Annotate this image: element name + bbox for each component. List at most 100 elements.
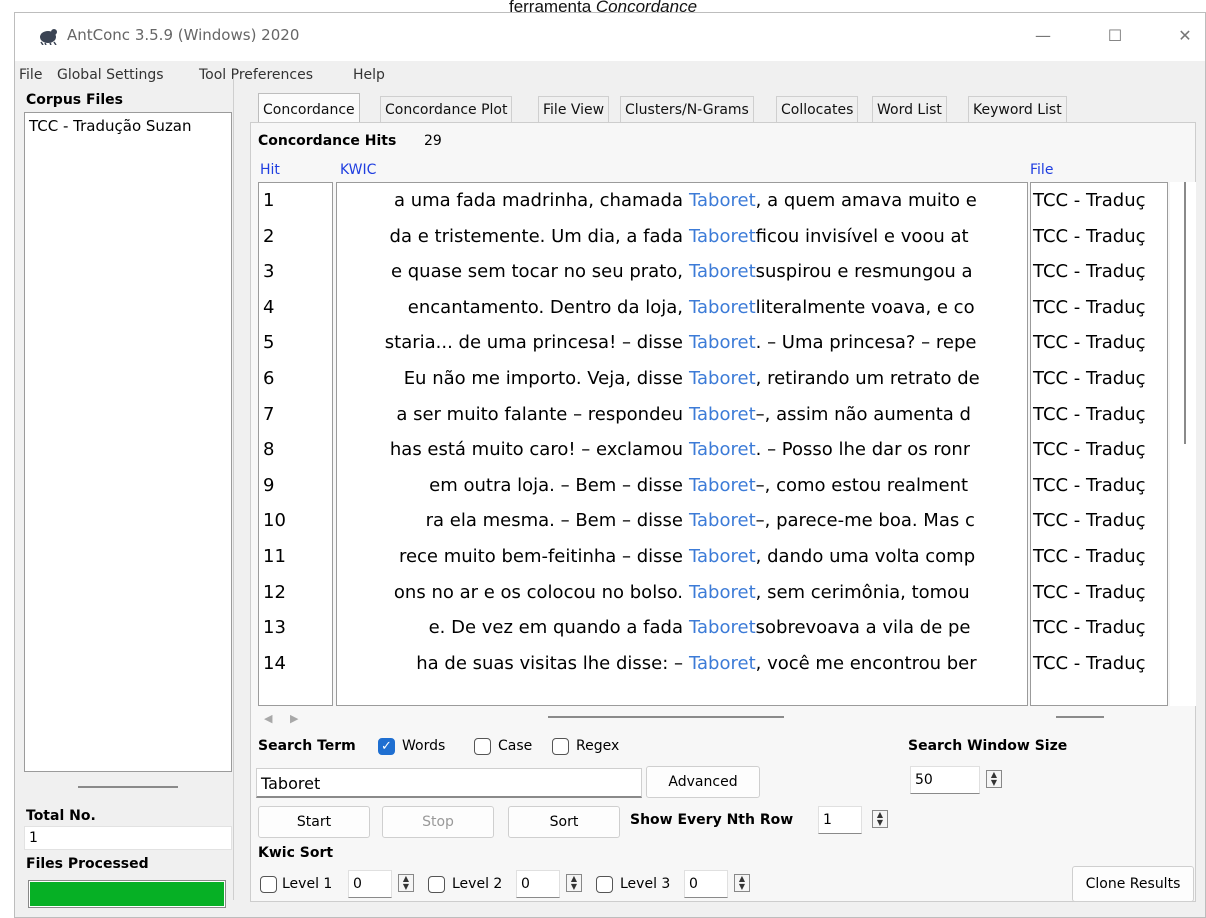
search-window-size-input[interactable]: 50 bbox=[910, 766, 980, 794]
kwic-keyword[interactable]: Taboret bbox=[683, 575, 756, 611]
stop-button[interactable]: Stop bbox=[382, 806, 494, 838]
kwic-line[interactable]: staria... de uma princesa! – disse Tabore… bbox=[337, 325, 1027, 361]
kwic-column[interactable]: a uma fada madrinha, chamada Taboret, a q… bbox=[336, 182, 1028, 706]
nth-row-spinner[interactable]: ▲ ▼ bbox=[872, 810, 888, 828]
kwic-line[interactable]: has está muito caro! – exclamou Taboret. … bbox=[337, 432, 1027, 468]
menu-help[interactable]: Help bbox=[353, 67, 385, 83]
search-window-size-spinner[interactable]: ▲ ▼ bbox=[986, 770, 1002, 788]
kwic-left-context: staria... de uma princesa! – disse bbox=[384, 332, 683, 354]
level-2-checkbox[interactable] bbox=[428, 876, 445, 893]
kwic-right-context: , você me encontrou ber bbox=[755, 652, 977, 674]
sort-button[interactable]: Sort bbox=[508, 806, 620, 838]
kwic-keyword[interactable]: Taboret bbox=[683, 646, 756, 682]
tab-collocates[interactable]: Collocates bbox=[776, 96, 859, 122]
kwic-line[interactable]: ha de suas visitas lhe disse: – Taboret, … bbox=[337, 646, 1027, 682]
maximize-button[interactable]: ☐ bbox=[1095, 21, 1135, 51]
kwic-left-context: a ser muito falante – respondeu bbox=[396, 403, 683, 425]
start-button[interactable]: Start bbox=[258, 806, 370, 838]
hit-number: 3 bbox=[263, 261, 275, 283]
column-header-file[interactable]: File bbox=[1030, 162, 1053, 178]
regex-label: Regex bbox=[576, 738, 620, 754]
kwic-keyword[interactable]: Taboret bbox=[683, 503, 756, 539]
file-name: TCC - Traduç bbox=[1033, 474, 1146, 496]
words-checkbox[interactable]: ✓ bbox=[378, 738, 395, 755]
kwic-keyword[interactable]: Taboret bbox=[683, 361, 756, 397]
level-2-input[interactable]: 0 bbox=[516, 870, 560, 898]
kwic-line[interactable]: ons no ar e os colocou no bolso. Taboret,… bbox=[337, 575, 1027, 611]
kwic-line[interactable]: rece muito bem-feitinha – disse Taboret, … bbox=[337, 539, 1027, 575]
tab-file-view[interactable]: File View bbox=[538, 96, 610, 122]
corpus-files-label: Corpus Files bbox=[26, 92, 123, 108]
tab-concordance[interactable]: Concordance bbox=[258, 93, 360, 122]
kwic-line[interactable]: em outra loja. – Bem – disse Taboret –, c… bbox=[337, 468, 1027, 504]
kwic-line[interactable]: encantamento. Dentro da loja, Taboret lit… bbox=[337, 290, 1027, 326]
menu-file[interactable]: File bbox=[19, 67, 42, 83]
files-processed-progress bbox=[28, 880, 226, 908]
kwic-line[interactable]: a uma fada madrinha, chamada Taboret, a q… bbox=[337, 183, 1027, 219]
corpus-file-item[interactable]: TCC - Tradução Suzan bbox=[29, 117, 227, 135]
close-button[interactable]: ✕ bbox=[1165, 21, 1205, 51]
kwic-line[interactable]: da e tristemente. Um dia, a fada Taboret … bbox=[337, 219, 1027, 255]
kwic-keyword[interactable]: Taboret bbox=[683, 610, 756, 646]
kwic-keyword[interactable]: Taboret bbox=[683, 290, 756, 326]
kwic-keyword[interactable]: Taboret bbox=[683, 468, 756, 504]
file-name: TCC - Traduç bbox=[1033, 225, 1146, 247]
tab-clusters-ngrams[interactable]: Clusters/N-Grams bbox=[620, 96, 754, 122]
file-column[interactable]: TCC - Traduç TCC - Traduç TCC - Traduç TCC … bbox=[1030, 182, 1168, 706]
hit-number: 9 bbox=[263, 474, 275, 496]
scroll-left-arrow[interactable]: ◀ bbox=[264, 712, 272, 725]
tab-word-list[interactable]: Word List bbox=[872, 96, 947, 122]
menu-tool-preferences[interactable]: Tool Preferences bbox=[199, 67, 313, 83]
kwic-right-context: , a quem amava muito e bbox=[755, 190, 977, 211]
case-checkbox[interactable] bbox=[474, 738, 491, 755]
kwic-line[interactable]: ra ela mesma. – Bem – disse Taboret –, pa… bbox=[337, 503, 1027, 539]
corpus-files-list[interactable]: TCC - Tradução Suzan bbox=[24, 112, 232, 772]
kwic-left-context: encantamento. Dentro da loja, bbox=[407, 296, 683, 318]
advanced-button[interactable]: Advanced bbox=[646, 766, 760, 798]
kwic-line[interactable]: e. De vez em quando a fada Taboret sobrev… bbox=[337, 610, 1027, 646]
kwic-keyword[interactable]: Taboret bbox=[683, 432, 756, 468]
level-3-input[interactable]: 0 bbox=[684, 870, 728, 898]
kwic-line[interactable]: e quase sem tocar no seu prato, Taboret s… bbox=[337, 254, 1027, 290]
tab-keyword-list[interactable]: Keyword List bbox=[968, 96, 1067, 122]
kwic-left-context: da e tristemente. Um dia, a fada bbox=[389, 225, 683, 247]
clone-results-button[interactable]: Clone Results bbox=[1072, 866, 1194, 902]
level-1-input[interactable]: 0 bbox=[348, 870, 392, 898]
kwic-right-context: . – Uma princesa? – repe bbox=[755, 332, 977, 354]
kwic-line[interactable]: Eu não me importo. Veja, disse Taboret, r… bbox=[337, 361, 1027, 397]
kwic-keyword[interactable]: Taboret bbox=[683, 219, 756, 255]
nth-row-input[interactable]: 1 bbox=[818, 806, 862, 834]
level-1-spinner[interactable]: ▲ ▼ bbox=[398, 874, 414, 892]
minimize-button[interactable]: — bbox=[1023, 21, 1063, 51]
kwic-left-context: a uma fada madrinha, chamada bbox=[393, 190, 683, 211]
menu-bar: File Global Settings Tool Preferences He… bbox=[15, 65, 1205, 87]
kwic-keyword[interactable]: Taboret bbox=[683, 539, 756, 575]
kwic-keyword[interactable]: Taboret bbox=[683, 325, 756, 361]
scroll-right-arrow[interactable]: ▶ bbox=[290, 712, 298, 725]
vertical-scrollbar[interactable] bbox=[1170, 182, 1196, 706]
kwic-keyword[interactable]: Taboret bbox=[683, 254, 756, 290]
level-3-spinner[interactable]: ▲ ▼ bbox=[734, 874, 750, 892]
file-name: TCC - Traduç bbox=[1033, 439, 1146, 461]
hit-column[interactable]: 1 2 3 4 5 6 7 8 9 10 11 12 13 14 bbox=[258, 182, 333, 706]
regex-checkbox[interactable] bbox=[552, 738, 569, 755]
tab-concordance-plot[interactable]: Concordance Plot bbox=[380, 96, 513, 122]
vertical-scroll-thumb[interactable] bbox=[1184, 182, 1186, 444]
kwic-line[interactable]: a ser muito falante – respondeu Taboret –… bbox=[337, 397, 1027, 433]
column-header-kwic[interactable]: KWIC bbox=[340, 162, 376, 178]
level-3-checkbox[interactable] bbox=[596, 876, 613, 893]
file-scroll-thumb[interactable] bbox=[1056, 716, 1104, 718]
hit-number: 13 bbox=[263, 617, 286, 639]
kwic-right-context: , retirando um retrato de bbox=[755, 367, 980, 389]
file-name: TCC - Traduç bbox=[1033, 581, 1146, 603]
search-term-input[interactable]: Taboret bbox=[256, 768, 642, 798]
level-1-checkbox[interactable] bbox=[260, 876, 277, 893]
horizontal-scroll-thumb[interactable] bbox=[548, 716, 784, 718]
kwic-keyword[interactable]: Taboret bbox=[683, 183, 756, 219]
level-2-spinner[interactable]: ▲ ▼ bbox=[566, 874, 582, 892]
column-header-hit[interactable]: Hit bbox=[260, 162, 280, 178]
files-processed-label: Files Processed bbox=[26, 856, 149, 872]
menu-global-settings[interactable]: Global Settings bbox=[57, 67, 164, 83]
panel-splitter[interactable] bbox=[78, 786, 178, 788]
kwic-keyword[interactable]: Taboret bbox=[683, 397, 756, 433]
